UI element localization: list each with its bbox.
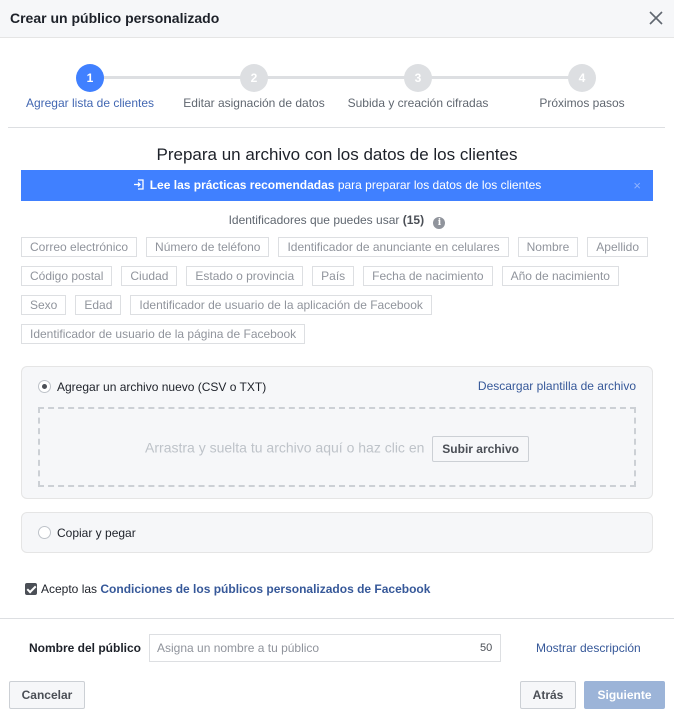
- upload-file-label[interactable]: Agregar un archivo nuevo (CSV o TXT): [57, 380, 266, 394]
- step-1-label[interactable]: Agregar lista de clientes: [26, 96, 154, 110]
- tag-row: Código postal Ciudad Estado o provincia …: [21, 266, 653, 286]
- step-3-circle[interactable]: 3: [404, 64, 432, 92]
- terms-prefix: Acepto las: [41, 582, 101, 596]
- dialog-header: Crear un público personalizado: [0, 0, 674, 38]
- download-template-link[interactable]: Descargar plantilla de archivo: [478, 379, 636, 393]
- identifier-tag: Sexo: [21, 295, 67, 315]
- section-title: Prepara un archivo con los datos de los …: [156, 145, 518, 164]
- identifier-tag: Fecha de nacimiento: [363, 266, 493, 286]
- dropzone-text: Arrastra y suelta tu archivo aquí o haz …: [145, 439, 425, 456]
- cancel-button[interactable]: Cancelar: [9, 681, 85, 709]
- dialog-title: Crear un público personalizado: [10, 10, 220, 26]
- audience-name-input[interactable]: [149, 634, 501, 662]
- identifier-tag: País: [312, 266, 355, 286]
- identifier-tag: Identificador de usuario de la aplicació…: [130, 295, 432, 315]
- identifier-tag: Número de teléfono: [146, 237, 270, 257]
- identifier-tag: Estado o provincia: [186, 266, 304, 286]
- banner-bold-text[interactable]: Lee las prácticas recomendadas: [150, 178, 335, 192]
- file-dropzone[interactable]: Arrastra y suelta tu archivo aquí o haz …: [38, 407, 636, 487]
- upload-file-radio[interactable]: [38, 380, 51, 393]
- banner-close-icon[interactable]: ×: [633, 170, 641, 201]
- info-icon[interactable]: i: [433, 217, 446, 229]
- best-practices-banner[interactable]: Lee las prácticas recomendadas para prep…: [21, 170, 653, 201]
- identifier-tag: Correo electrónico: [21, 237, 138, 257]
- step-4-circle[interactable]: 4: [568, 64, 596, 92]
- tag-row: Correo electrónico Número de teléfono Id…: [21, 237, 653, 257]
- back-button[interactable]: Atrás: [520, 681, 576, 709]
- identifier-tag: Nombre: [517, 237, 579, 257]
- close-icon[interactable]: [646, 8, 666, 28]
- terms-checkbox[interactable]: [25, 583, 37, 595]
- upload-file-option: Agregar un archivo nuevo (CSV o TXT) Des…: [21, 366, 653, 499]
- step-1-circle[interactable]: 1: [76, 64, 104, 92]
- copy-paste-option[interactable]: Copiar y pegar: [21, 512, 653, 553]
- terms-link[interactable]: Condiciones de los públicos personalizad…: [100, 582, 430, 596]
- progress-stepper: 1 2 3 4 Agregar lista de clientes Editar…: [8, 38, 665, 128]
- identifier-tag: Ciudad: [121, 266, 178, 286]
- terms-acceptance: Acepto las Condiciones de los públicos p…: [25, 582, 430, 596]
- next-button[interactable]: Siguiente: [584, 681, 665, 709]
- upload-file-button[interactable]: Subir archivo: [432, 436, 529, 462]
- footer-divider: [0, 618, 674, 619]
- identifier-tag: Apellido: [587, 237, 648, 257]
- copy-paste-label[interactable]: Copiar y pegar: [57, 526, 136, 540]
- identifier-tag: Código postal: [21, 266, 113, 286]
- identifier-tag: Identificador de anunciante en celulares: [278, 237, 509, 257]
- step-4-label[interactable]: Próximos pasos: [539, 96, 624, 110]
- step-3-label[interactable]: Subida y creación cifradas: [348, 96, 489, 110]
- identifiers-label: Identificadores que puedes usar: [228, 213, 400, 227]
- identifier-tag: Identificador de usuario de la página de…: [21, 324, 306, 344]
- step-2-circle[interactable]: 2: [240, 64, 268, 92]
- char-counter: 50: [480, 642, 493, 654]
- audience-name-label: Nombre del público: [29, 641, 142, 655]
- step-2-label[interactable]: Editar asignación de datos: [183, 96, 324, 110]
- show-description-link[interactable]: Mostrar descripción: [536, 641, 641, 655]
- tag-row: Identificador de usuario de la página de…: [21, 324, 653, 344]
- identifiers-header: Identificadores que puedes usar (15) i: [0, 213, 674, 229]
- dropzone-content: Arrastra y suelta tu archivo aquí o haz …: [40, 436, 634, 462]
- identifiers-count: (15): [402, 213, 425, 227]
- identifier-tag: Año de nacimiento: [501, 266, 619, 286]
- copy-paste-radio[interactable]: [38, 526, 51, 539]
- sign-in-icon: [133, 170, 144, 201]
- identifier-tags: Correo electrónico Número de teléfono Id…: [21, 237, 653, 353]
- banner-text: para preparar los datos de los clientes: [334, 178, 542, 192]
- identifier-tag: Edad: [75, 295, 122, 315]
- tag-row: Sexo Edad Identificador de usuario de la…: [21, 295, 653, 315]
